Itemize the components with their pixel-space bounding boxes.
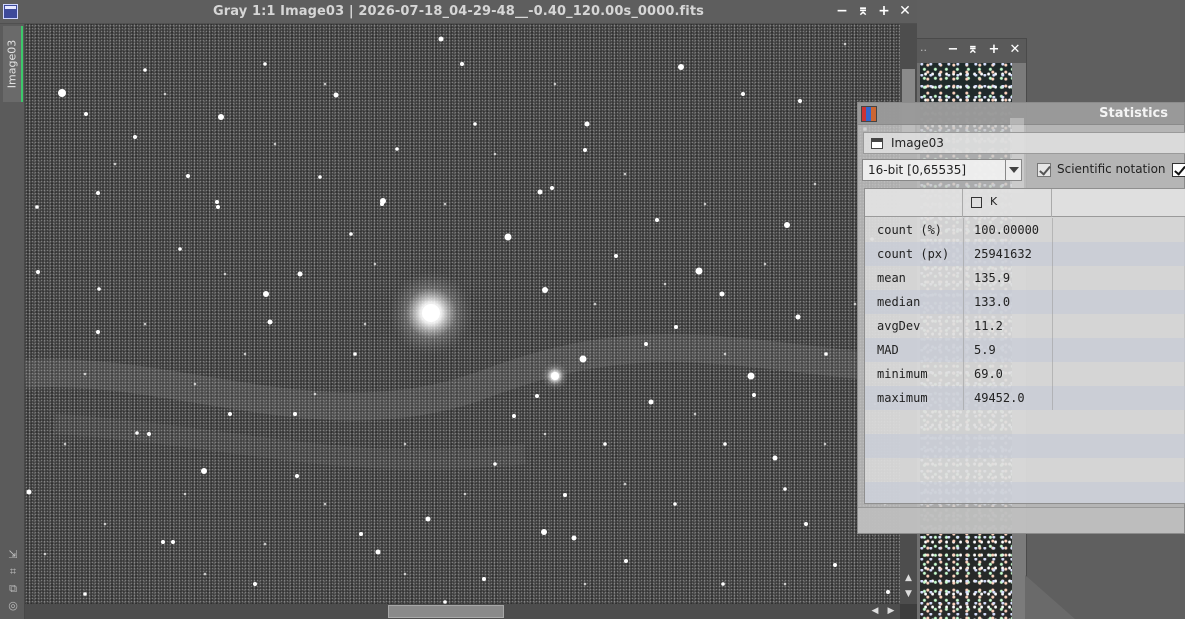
channel-checkbox[interactable]: [971, 197, 982, 208]
empty-row: [865, 434, 1185, 458]
minimize-button[interactable]: −: [834, 3, 850, 19]
scroll-up-arrow[interactable]: ▲: [900, 571, 917, 585]
stat-value: 100.00000: [974, 223, 1040, 237]
table-row: mean 135.9: [865, 266, 1185, 290]
empty-row: [865, 482, 1185, 503]
view-selector-label: Image03: [891, 136, 944, 150]
clone-view-icon[interactable]: ⧉: [6, 582, 20, 596]
bg-maximize-button[interactable]: +: [987, 42, 1001, 58]
range-dropdown[interactable]: 16-bit [0,65535]: [862, 159, 1022, 181]
stat-value: 11.2: [974, 319, 1003, 333]
table-row: avgDev 11.2: [865, 314, 1185, 338]
table-row: minimum 69.0: [865, 362, 1185, 386]
main-window-titlebar[interactable]: Gray 1:1 Image03 | 2026-07-18_04-29-48__…: [0, 0, 917, 24]
stat-value: 69.0: [974, 367, 1003, 381]
scientific-notation-checkbox[interactable]: [1037, 163, 1051, 177]
background-window-title: ..: [920, 41, 927, 54]
overlay-scroll-ghost: [1010, 118, 1024, 193]
zoom-fit-icon[interactable]: ⇲: [6, 548, 20, 562]
stat-key: median: [877, 295, 921, 309]
scroll-right-arrow[interactable]: ▶: [884, 604, 898, 619]
target-icon[interactable]: ◎: [6, 599, 20, 613]
header-channel-column: K: [963, 189, 1052, 217]
resize-grip[interactable]: [1025, 575, 1075, 619]
image-tab[interactable]: Image03: [3, 26, 23, 102]
close-button[interactable]: ✕: [897, 3, 913, 19]
stat-value: 49452.0: [974, 391, 1025, 405]
image-tab-label: Image03: [5, 39, 19, 89]
table-row: count (%) 100.00000: [865, 218, 1185, 242]
stat-value: 135.9: [974, 271, 1011, 285]
scientific-notation-label: Scientific notation: [1057, 162, 1166, 176]
statistics-table: K count (%) 100.00000 count (px) 2594163…: [864, 188, 1185, 504]
chevron-down-icon[interactable]: [1005, 160, 1021, 180]
table-row: maximum 49452.0: [865, 386, 1185, 410]
horizontal-scroll-thumb[interactable]: [388, 605, 504, 618]
statistics-title: Statistics: [1099, 106, 1168, 121]
table-row: count (px) 25941632: [865, 242, 1185, 266]
main-window-title: Gray 1:1 Image03 | 2026-07-18_04-29-48__…: [212, 4, 704, 19]
bg-minimize-button[interactable]: −: [946, 42, 960, 58]
channel-header-label: K: [990, 195, 998, 208]
view-icon: [871, 138, 883, 149]
star-overlay: [25, 36, 900, 604]
scroll-left-arrow[interactable]: ◀: [868, 604, 882, 619]
statistics-window[interactable]: Statistics Image03 16-bit [0,65535] Scie…: [857, 102, 1185, 534]
stat-key: mean: [877, 271, 906, 285]
stat-key: avgDev: [877, 319, 921, 333]
stat-key: MAD: [877, 343, 899, 357]
extra-option-checkbox[interactable]: [1172, 163, 1185, 177]
statistics-icon: [861, 106, 877, 122]
empty-row: [865, 458, 1185, 482]
stat-value: 25941632: [974, 247, 1032, 261]
horizontal-scrollbar[interactable]: ◀ ▶: [25, 604, 900, 619]
background-window-titlebar[interactable]: .. − ⌆ + ✕: [916, 39, 1026, 63]
stat-key: minimum: [877, 367, 928, 381]
table-row: median 133.0: [865, 290, 1185, 314]
scroll-down-arrow[interactable]: ▼: [900, 587, 917, 601]
shade-button[interactable]: ⌆: [855, 3, 871, 19]
stat-key: maximum: [877, 391, 928, 405]
range-dropdown-value: 16-bit [0,65535]: [868, 163, 967, 177]
statistics-table-header: K: [865, 189, 1185, 217]
image-canvas[interactable]: [25, 24, 900, 604]
stat-key: count (%): [877, 223, 943, 237]
stat-value: 133.0: [974, 295, 1011, 309]
table-row: MAD 5.9: [865, 338, 1185, 362]
stat-key: count (px): [877, 247, 950, 261]
view-selector[interactable]: Image03: [863, 132, 1185, 154]
statistics-bottom-bar: [858, 507, 1184, 533]
maximize-button[interactable]: +: [876, 3, 892, 19]
header-key-column: [865, 189, 963, 217]
fit-view-icon[interactable]: ⌗: [6, 565, 20, 579]
image-sidebar: Image03 ⇲ ⌗ ⧉ ◎: [0, 24, 25, 619]
main-image-window[interactable]: Gray 1:1 Image03 | 2026-07-18_04-29-48__…: [0, 0, 917, 619]
empty-row: [865, 410, 1185, 434]
stat-value: 5.9: [974, 343, 996, 357]
bg-shade-button[interactable]: ⌆: [966, 42, 980, 58]
bg-close-button[interactable]: ✕: [1008, 42, 1022, 58]
